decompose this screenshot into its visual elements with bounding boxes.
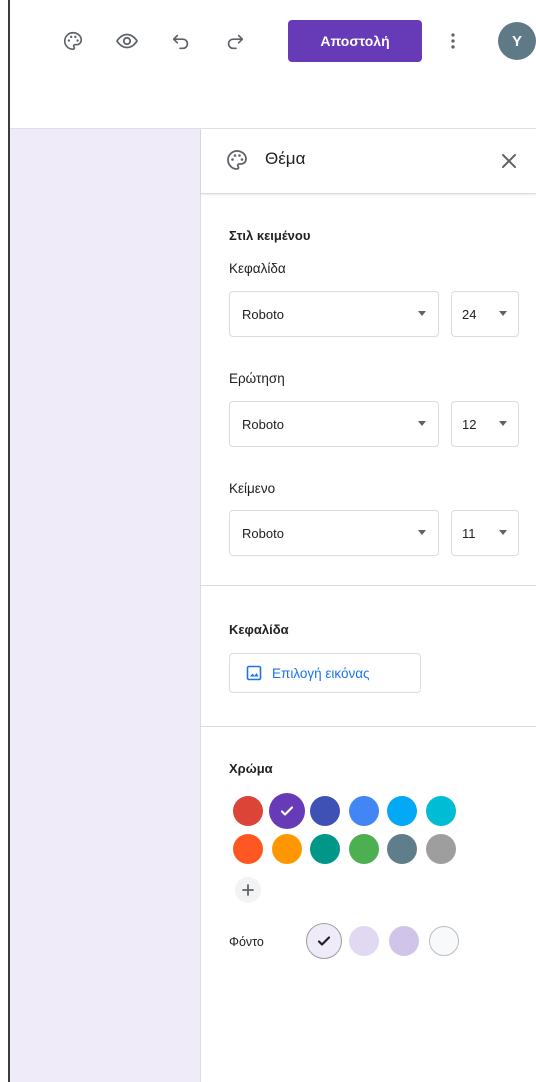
- header-font-select[interactable]: Roboto: [229, 291, 439, 337]
- header-section-title: Κεφαλίδα: [229, 622, 289, 637]
- panel-header: Θέμα: [201, 129, 536, 194]
- text-font-value: Roboto: [242, 526, 284, 541]
- more-vert-icon[interactable]: [440, 28, 466, 54]
- color-section-title: Χρώμα: [229, 761, 273, 776]
- check-icon: [280, 806, 293, 816]
- background-swatch[interactable]: [349, 926, 379, 956]
- header-font-label: Κεφαλίδα: [229, 261, 286, 276]
- color-swatch[interactable]: [310, 834, 340, 864]
- header-size-select[interactable]: 24: [451, 291, 519, 337]
- question-size-value: 12: [462, 417, 477, 432]
- eye-icon[interactable]: [114, 28, 140, 54]
- color-swatch[interactable]: [425, 796, 456, 826]
- header-font-value: Roboto: [242, 307, 284, 322]
- text-font-label: Κείμενο: [229, 481, 276, 496]
- color-swatch[interactable]: [268, 793, 305, 829]
- color-swatch[interactable]: [348, 834, 379, 864]
- section-divider: [201, 585, 536, 586]
- text-size-select[interactable]: 11: [451, 510, 519, 556]
- background-swatch[interactable]: [389, 926, 419, 956]
- color-swatch[interactable]: [387, 834, 417, 864]
- avatar[interactable]: Y: [498, 22, 536, 60]
- panel-title: Θέμα: [265, 149, 306, 168]
- background-label: Φόντο: [229, 935, 264, 949]
- color-swatch[interactable]: [271, 834, 302, 864]
- text-size-value: 11: [462, 526, 476, 541]
- chevron-down-icon: [418, 311, 426, 316]
- section-divider: [201, 726, 536, 727]
- chevron-down-icon: [499, 421, 507, 426]
- image-icon: [246, 665, 262, 681]
- form-canvas-background: [10, 129, 200, 1082]
- header-size-value: 24: [462, 307, 477, 322]
- plus-icon: [242, 884, 254, 896]
- question-font-label: Ερώτηση: [229, 371, 285, 386]
- add-custom-color-button[interactable]: [235, 877, 261, 903]
- text-style-title: Στιλ κειμένου: [229, 228, 311, 243]
- background-swatch[interactable]: [306, 923, 342, 959]
- background-swatch[interactable]: [429, 926, 459, 956]
- redo-icon[interactable]: [222, 28, 248, 54]
- color-swatch[interactable]: [425, 834, 456, 864]
- question-size-select[interactable]: 12: [451, 401, 519, 447]
- palette-icon[interactable]: [60, 28, 86, 54]
- undo-icon[interactable]: [168, 28, 194, 54]
- chevron-down-icon: [418, 530, 426, 535]
- choose-image-button[interactable]: Επιλογή εικόνας: [229, 653, 421, 693]
- chevron-down-icon: [499, 311, 507, 316]
- chevron-down-icon: [499, 530, 507, 535]
- question-font-value: Roboto: [242, 417, 284, 432]
- check-icon: [317, 936, 331, 946]
- color-swatch[interactable]: [348, 796, 379, 826]
- top-toolbar: Αποστολή Y: [10, 0, 536, 129]
- chevron-down-icon: [418, 421, 426, 426]
- question-font-select[interactable]: Roboto: [229, 401, 439, 447]
- color-swatch[interactable]: [233, 796, 263, 826]
- color-swatch[interactable]: [310, 796, 340, 826]
- send-button[interactable]: Αποστολή: [288, 20, 422, 62]
- text-font-select[interactable]: Roboto: [229, 510, 439, 556]
- color-swatch[interactable]: [233, 834, 263, 864]
- palette-icon: [225, 148, 249, 177]
- theme-panel: Θέμα Στιλ κειμένου Κεφαλίδα Roboto 24 Ερ…: [200, 129, 536, 1082]
- close-icon[interactable]: [495, 147, 523, 175]
- color-swatch[interactable]: [387, 796, 417, 826]
- choose-image-label: Επιλογή εικόνας: [272, 665, 370, 681]
